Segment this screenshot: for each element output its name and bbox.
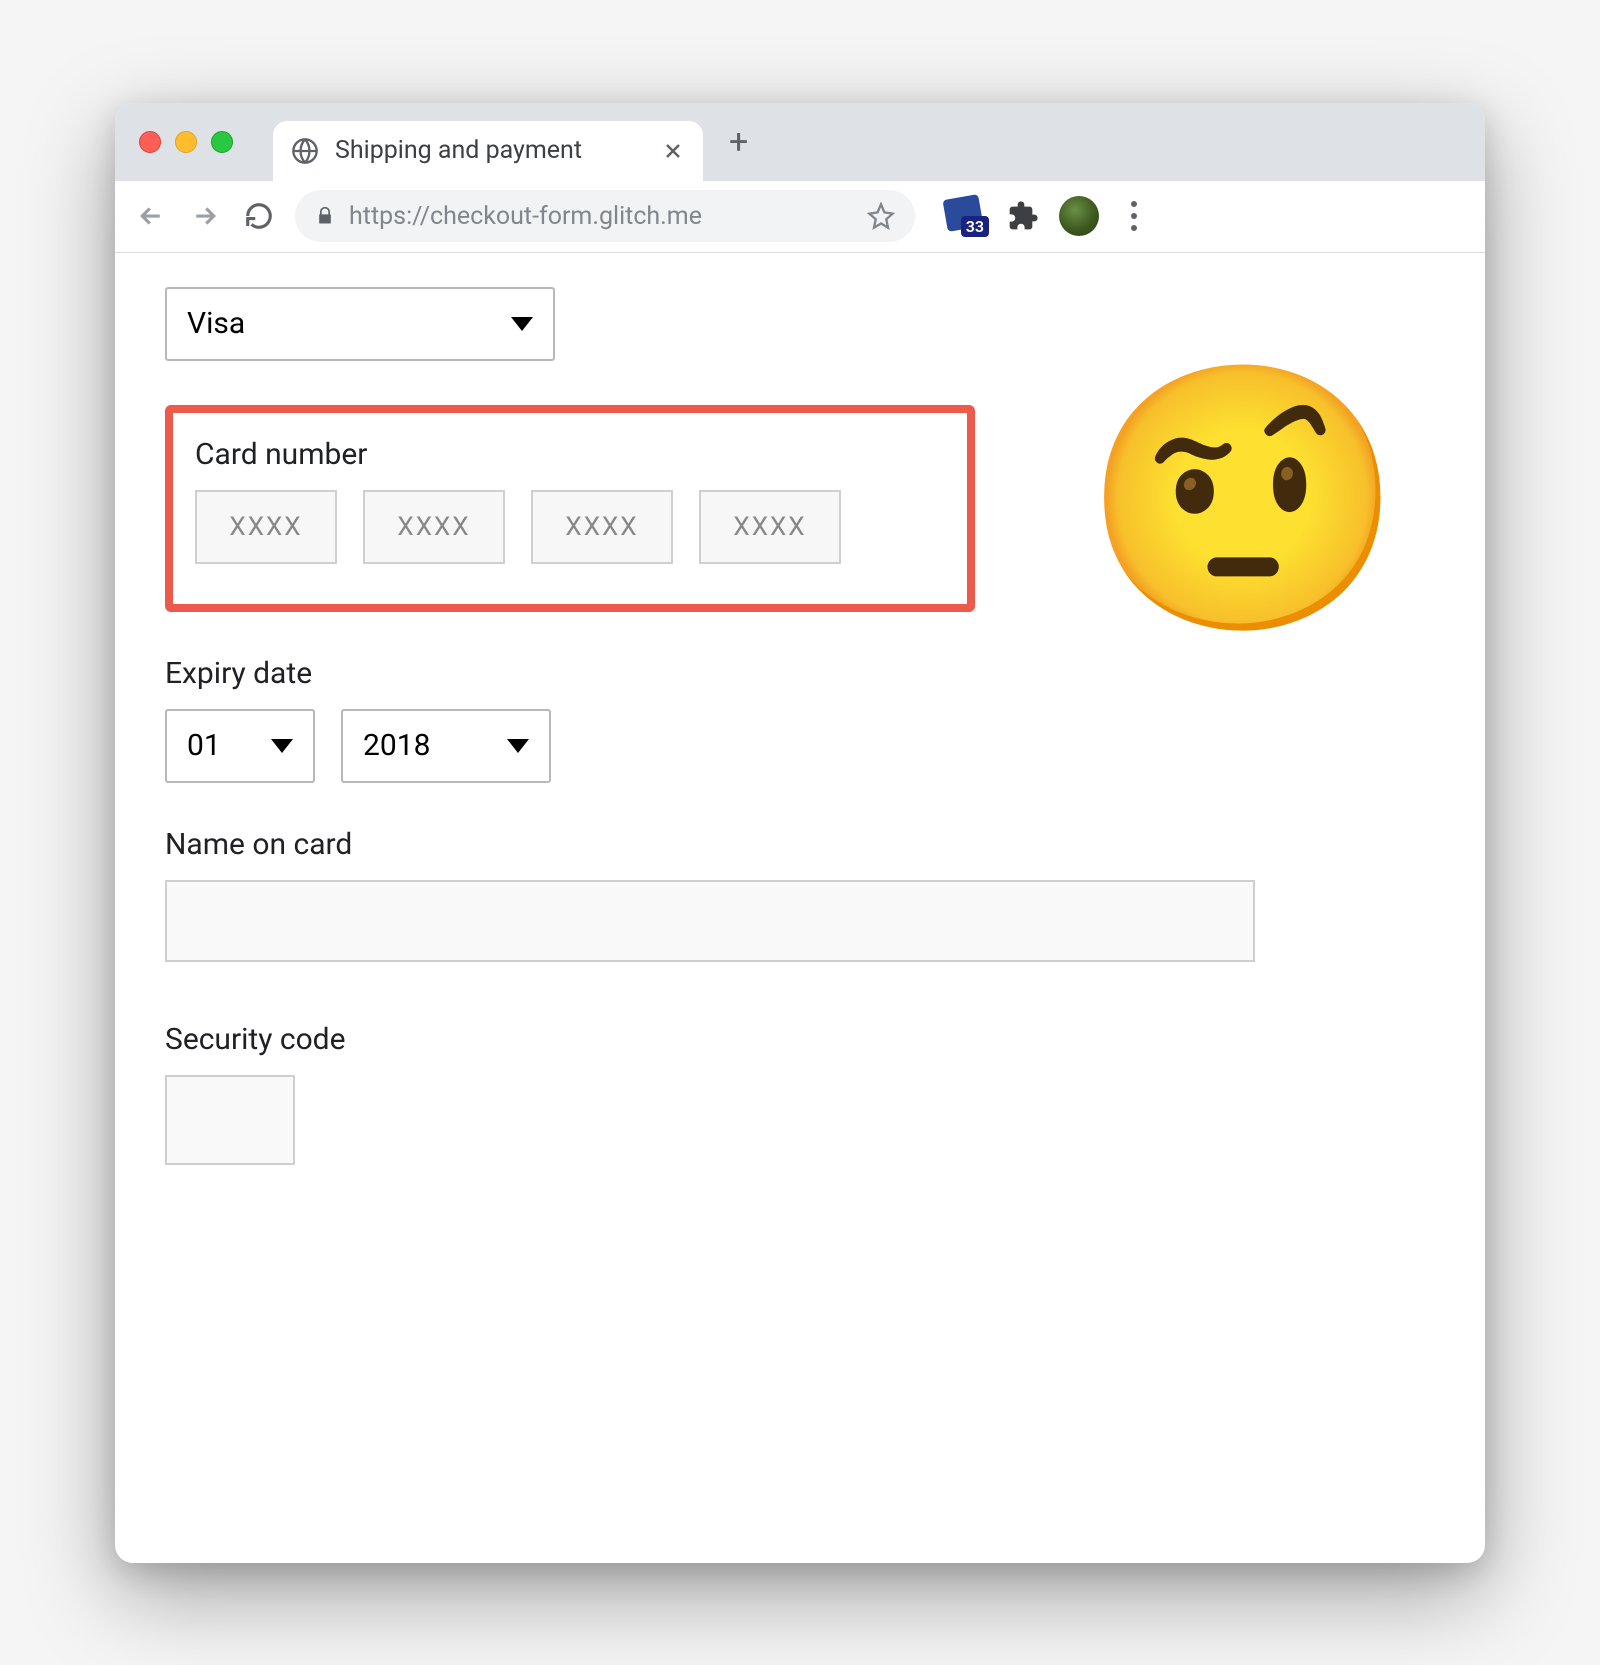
forward-button[interactable] [187, 198, 223, 234]
extensions-puzzle-icon[interactable] [1007, 200, 1039, 232]
maximize-window-button[interactable] [211, 131, 233, 153]
address-bar[interactable]: https://checkout-form.glitch.me [295, 190, 915, 242]
expiry-label: Expiry date [165, 656, 1435, 691]
chevron-down-icon [511, 317, 533, 331]
card-number-segments [195, 490, 945, 564]
security-code-input[interactable] [165, 1075, 295, 1165]
card-type-select[interactable]: Visa [165, 287, 555, 361]
security-code-field: Security code [165, 1022, 1435, 1165]
page-content: Visa Card number 🤨 Expiry date 01 [115, 253, 1485, 1563]
back-button[interactable] [133, 198, 169, 234]
new-tab-button[interactable]: + [729, 125, 748, 159]
raised-eyebrow-emoji: 🤨 [1081, 371, 1405, 631]
browser-window: Shipping and payment + https://checkout-… [115, 103, 1485, 1563]
tab-strip: Shipping and payment + [115, 103, 1485, 181]
name-on-card-input[interactable] [165, 880, 1255, 962]
extensions-group: 33 [945, 196, 1149, 236]
extension-calendar-icon[interactable]: 33 [945, 197, 987, 235]
name-on-card-field: Name on card [165, 827, 1435, 962]
chevron-down-icon [271, 739, 293, 753]
card-number-segment-3[interactable] [531, 490, 673, 564]
expiry-month-value: 01 [187, 728, 221, 763]
expiry-month-select[interactable]: 01 [165, 709, 315, 783]
reload-button[interactable] [241, 198, 277, 234]
close-tab-icon[interactable] [661, 139, 685, 163]
lock-icon [315, 206, 335, 226]
close-window-button[interactable] [139, 131, 161, 153]
card-type-value: Visa [187, 306, 245, 341]
chevron-down-icon [507, 739, 529, 753]
tab-title: Shipping and payment [335, 136, 645, 165]
globe-icon [291, 137, 319, 165]
name-on-card-label: Name on card [165, 827, 1435, 862]
expiry-year-value: 2018 [363, 728, 430, 763]
profile-avatar[interactable] [1059, 196, 1099, 236]
browser-tab[interactable]: Shipping and payment [273, 121, 703, 181]
card-number-segment-4[interactable] [699, 490, 841, 564]
extension-badge-count: 33 [961, 216, 989, 237]
card-number-segment-1[interactable] [195, 490, 337, 564]
window-controls [139, 131, 233, 153]
expiry-year-select[interactable]: 2018 [341, 709, 551, 783]
security-code-label: Security code [165, 1022, 1435, 1057]
expiry-field: Expiry date 01 2018 [165, 656, 1435, 783]
card-number-segment-2[interactable] [363, 490, 505, 564]
browser-menu-button[interactable] [1119, 201, 1149, 231]
browser-toolbar: https://checkout-form.glitch.me 33 [115, 181, 1485, 253]
bookmark-star-icon[interactable] [867, 202, 895, 230]
minimize-window-button[interactable] [175, 131, 197, 153]
card-number-label: Card number [195, 437, 945, 472]
card-number-highlight: Card number [165, 405, 975, 612]
url-text: https://checkout-form.glitch.me [349, 202, 853, 231]
